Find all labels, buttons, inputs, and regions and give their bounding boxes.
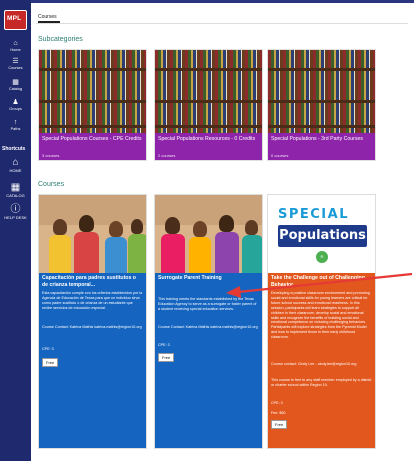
tab-courses[interactable]: Courses [38, 14, 57, 20]
image-text-populations: Populations [278, 225, 367, 247]
image-text-special: SPECIAL [278, 207, 349, 222]
course-note: This course is free to any staff member … [271, 378, 372, 387]
shortcut-label: HOME [9, 168, 22, 173]
course-fee: Fee: $50 [271, 411, 286, 415]
subcategory-title: Special Populations Resources - 0 Credit… [158, 136, 256, 142]
course-cpe: CPE: 3 [158, 343, 170, 347]
course-contact: Course contact: Cindy Lee - cindy.lee@re… [271, 362, 357, 366]
subcategory-count: 2 courses [158, 153, 176, 158]
course-description: This training meets the standards establ… [158, 297, 257, 311]
sidebar-item-courses[interactable]: ☰ Courses [0, 58, 31, 71]
shortcut-home[interactable]: ⌂ HOME [0, 157, 31, 173]
sidebar-item-label: Paths [10, 127, 21, 131]
special-populations-image: SPECIAL Populations R [268, 195, 375, 273]
groups-icon: ♟ [12, 99, 19, 106]
sidebar-item-catalog[interactable]: ▦ Catalog [0, 79, 31, 92]
course-contact: Course Contact: Katrina Mathis katrina.m… [158, 325, 258, 329]
course-contact: Course Contact: Katrina Mathis katrina.m… [42, 325, 142, 329]
sidebar-item-label: Catalog [8, 87, 23, 91]
course-title[interactable]: Take the Challenge out of Challenging Be… [271, 275, 372, 288]
free-button[interactable]: Free [158, 353, 175, 362]
subcategory-title: Special Populations Courses - CPE Credit… [42, 136, 142, 142]
top-bar [31, 0, 414, 3]
sidebar-item-home[interactable]: ⌂ Home [0, 40, 31, 53]
shortcut-catalog[interactable]: ▦ CATALOG [0, 182, 31, 198]
subcategory-card[interactable]: Special Populations Resources - 0 Credit… [154, 49, 263, 161]
shortcut-label: CATALOG [6, 193, 25, 198]
course-description: Developing a positive classroom environm… [271, 291, 370, 340]
shortcut-help-desk[interactable]: ⓘ HELP DESK [0, 204, 31, 220]
sidebar-item-label: Groups [9, 107, 22, 111]
course-image [39, 195, 146, 273]
bookshelf-image [155, 50, 262, 133]
catalog-icon: ▦ [12, 79, 19, 86]
divider [36, 23, 408, 24]
free-button[interactable]: Free [42, 358, 59, 367]
course-cpe: CPE: 3 [271, 401, 283, 405]
bookshelf-image [39, 50, 146, 133]
course-cpe: CPE: 3 [42, 347, 54, 351]
subcategory-count: 0 courses [271, 153, 289, 158]
course-card[interactable]: SPECIAL Populations R Take the Challenge… [267, 194, 376, 449]
sidebar-item-label: Courses [8, 66, 23, 70]
shortcuts-heading: Shortcuts [2, 146, 26, 152]
course-description: Esta capacitación cumple con los criteri… [42, 291, 143, 310]
sidebar-item-groups[interactable]: ♟ Groups [0, 99, 31, 112]
sidebar: MPL ⌂ Home ☰ Courses ▦ Catalog ♟ Groups … [0, 0, 31, 461]
course-card[interactable]: Capacitación para padres sustitutos o de… [38, 194, 147, 449]
course-card[interactable]: Surrogate Parent Training This training … [154, 194, 263, 449]
subcategories-heading: Subcategories [38, 36, 83, 43]
subcategory-title: Special Populations - 3rd Party Courses [271, 136, 363, 142]
bookshelf-image [268, 50, 375, 133]
subcategory-card[interactable]: Special Populations - 3rd Party Courses … [267, 49, 376, 161]
shortcut-label: HELP DESK [4, 215, 27, 220]
home-icon: ⌂ [12, 157, 19, 168]
region-badge-icon: R [316, 251, 328, 263]
subcategory-count: 3 courses [42, 153, 60, 158]
course-image [155, 195, 262, 273]
course-title[interactable]: Surrogate Parent Training [158, 275, 259, 282]
sidebar-item-label: Home [10, 48, 21, 52]
courses-heading: Courses [38, 181, 65, 188]
catalog-icon: ▦ [10, 182, 21, 193]
paths-icon: ↑ [13, 119, 18, 126]
free-button[interactable]: Free [271, 420, 288, 429]
home-icon: ⌂ [13, 40, 18, 47]
subcategory-card[interactable]: Special Populations Courses - CPE Credit… [38, 49, 147, 161]
courses-icon: ☰ [12, 58, 19, 65]
logo-text: MPL [7, 15, 22, 22]
course-title[interactable]: Capacitación para padres sustitutos o de… [42, 275, 143, 288]
sidebar-item-paths[interactable]: ↑ Paths [0, 119, 31, 132]
brand-logo[interactable]: MPL [4, 10, 27, 30]
help-icon: ⓘ [10, 204, 21, 215]
